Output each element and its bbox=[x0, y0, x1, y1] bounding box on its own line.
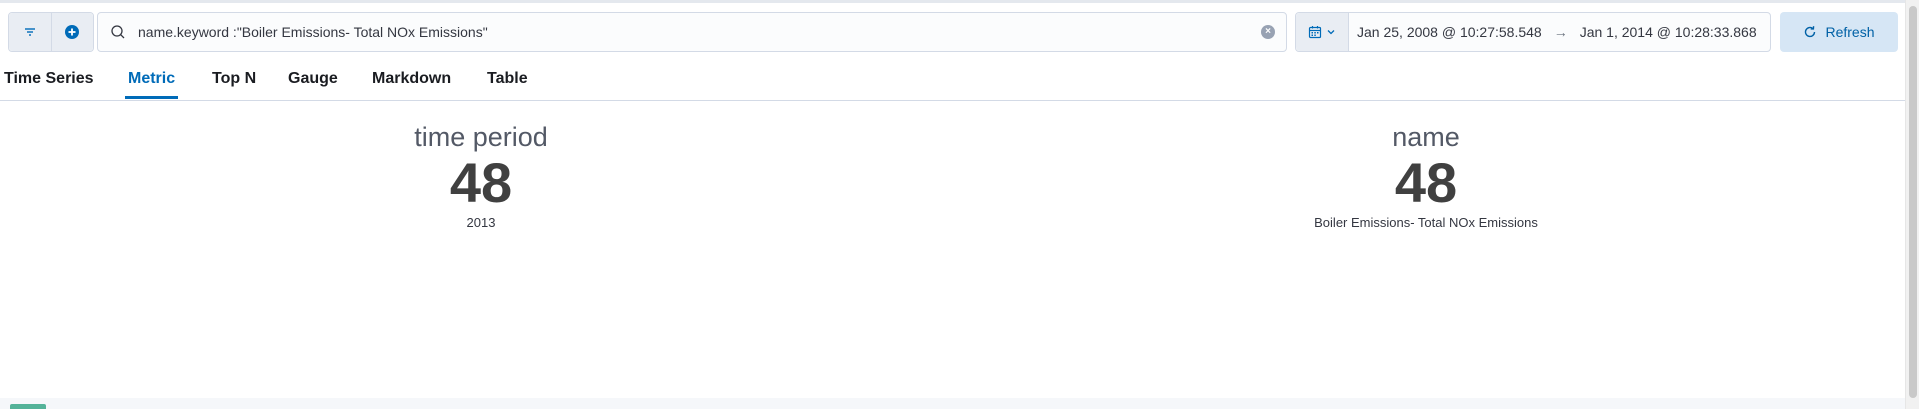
tab-gauge[interactable]: Gauge bbox=[288, 70, 338, 96]
search-query-text[interactable]: name.keyword :"Boiler Emissions- Total N… bbox=[138, 24, 1250, 40]
bottom-panel bbox=[0, 398, 1905, 409]
plus-circle-icon bbox=[65, 25, 80, 39]
metric-title: name bbox=[1392, 122, 1460, 152]
filter-icon bbox=[24, 28, 35, 36]
scrollbar-thumb[interactable] bbox=[1909, 6, 1917, 398]
refresh-icon bbox=[1805, 26, 1816, 38]
clear-search-button[interactable]: × bbox=[1250, 25, 1286, 39]
add-filter-button[interactable] bbox=[50, 13, 93, 51]
bottom-panel-toggle[interactable] bbox=[10, 404, 46, 409]
visualize-editor: name.keyword :"Boiler Emissions- Total N… bbox=[0, 0, 1919, 409]
arrow-right-icon: → bbox=[1553, 24, 1568, 40]
metric-title: time period bbox=[414, 122, 548, 152]
search-input[interactable]: name.keyword :"Boiler Emissions- Total N… bbox=[97, 12, 1287, 52]
vertical-scrollbar[interactable] bbox=[1905, 0, 1919, 409]
tab-metric[interactable]: Metric bbox=[125, 70, 179, 99]
metric-panel-time-period: time period 48 2013 bbox=[271, 122, 691, 232]
metric-value: 48 bbox=[1394, 151, 1458, 214]
top-divider bbox=[0, 0, 1919, 3]
tab-table[interactable]: Table bbox=[487, 70, 528, 96]
metric-value: 48 bbox=[449, 151, 513, 214]
query-bar: name.keyword :"Boiler Emissions- Total N… bbox=[0, 12, 1905, 52]
date-picker: Jan 25, 2008 @ 10:27:58.548 → Jan 1, 201… bbox=[1295, 12, 1771, 52]
refresh-label: Refresh bbox=[1825, 24, 1875, 40]
quick-menu-button[interactable] bbox=[1296, 13, 1349, 51]
search-icon bbox=[111, 25, 125, 39]
tab-markdown[interactable]: Markdown bbox=[372, 70, 451, 96]
metric-subtitle: 2013 bbox=[466, 215, 496, 230]
metric-subtitle: Boiler Emissions- Total NOx Emissions bbox=[1314, 215, 1538, 230]
calendar-icon bbox=[1308, 26, 1322, 39]
tab-time-series[interactable]: Time Series bbox=[4, 70, 94, 96]
clear-icon: × bbox=[1261, 25, 1275, 39]
filter-button-group bbox=[8, 12, 94, 52]
tab-top-n[interactable]: Top N bbox=[212, 70, 256, 96]
refresh-button[interactable]: Refresh bbox=[1780, 12, 1898, 52]
filter-menu-button[interactable] bbox=[9, 13, 51, 51]
start-date[interactable]: Jan 25, 2008 @ 10:27:58.548 bbox=[1349, 24, 1550, 40]
chevron-down-icon bbox=[1327, 30, 1335, 35]
metric-panel-name: name 48 Boiler Emissions- Total NOx Emis… bbox=[1216, 122, 1636, 232]
end-date[interactable]: Jan 1, 2014 @ 10:28:33.868 bbox=[1572, 24, 1765, 40]
visualization-type-tabs: Time Series Metric Top N Gauge Markdown … bbox=[0, 62, 1905, 101]
